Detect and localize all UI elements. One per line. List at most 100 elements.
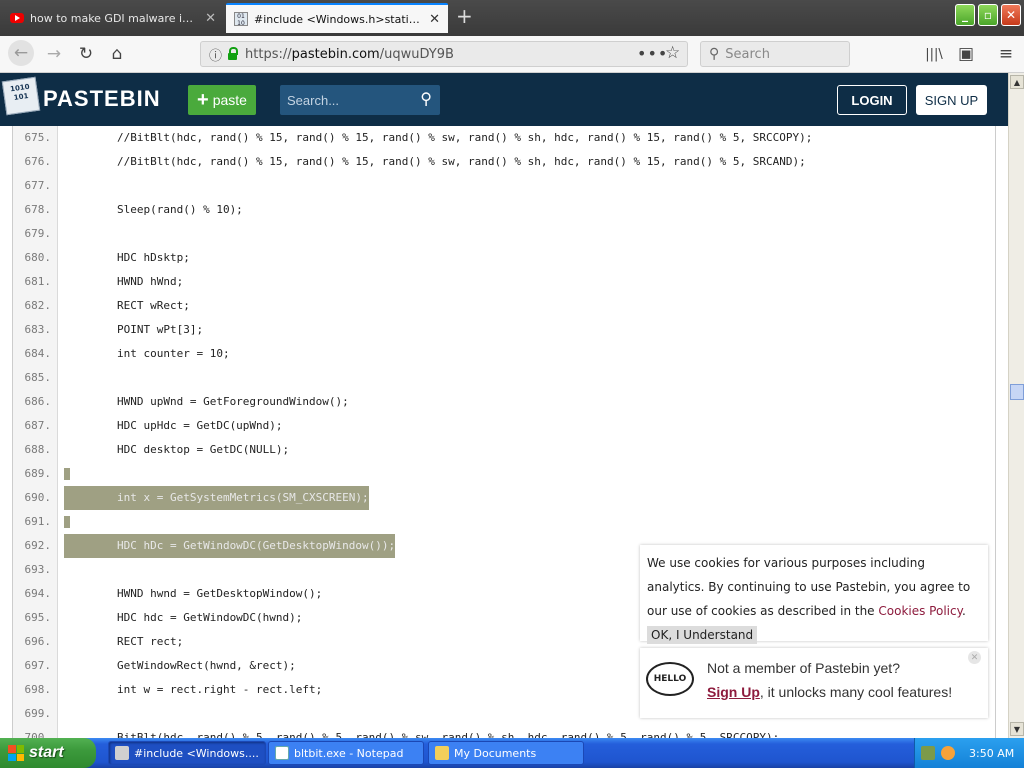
maximize-button[interactable]: ▫ xyxy=(978,4,998,26)
search-placeholder: Search xyxy=(725,46,770,62)
reload-button[interactable]: ↻ xyxy=(74,42,98,66)
code-line: 689. xyxy=(13,462,995,486)
clock: 3:50 AM xyxy=(969,746,1015,760)
code-line: 688. HDC desktop = GetDC(NULL); xyxy=(13,438,995,462)
url-path: /uqwuDY9B xyxy=(379,46,454,62)
search-tray-icon[interactable] xyxy=(941,746,955,760)
start-button[interactable]: start xyxy=(0,738,96,768)
scrollbar-thumb[interactable] xyxy=(1010,384,1024,400)
sidebar-icon[interactable]: ▣ xyxy=(954,42,978,66)
line-number: 696. xyxy=(24,635,52,648)
new-paste-button[interactable]: + paste xyxy=(188,85,256,115)
code-line: 676. //BitBlt(hdc, rand() % 15, rand() %… xyxy=(13,150,995,174)
line-number: 700. xyxy=(24,731,52,738)
url-prefix: https:// xyxy=(245,46,292,62)
network-icon[interactable] xyxy=(921,746,935,760)
line-number: 685. xyxy=(24,371,52,384)
new-tab-button[interactable]: + xyxy=(456,4,473,28)
browser-search-input[interactable]: ⚲ Search xyxy=(700,41,850,67)
taskbar-item-notepad[interactable]: bltbit.exe - Notepad xyxy=(268,741,424,765)
code-text: POINT wPt[3]; xyxy=(64,323,204,336)
line-number: 683. xyxy=(24,323,52,336)
scroll-down-arrow-icon[interactable]: ▼ xyxy=(1010,722,1024,736)
line-number: 682. xyxy=(24,299,52,312)
paste-label: paste xyxy=(212,92,247,108)
close-icon[interactable]: ✕ xyxy=(968,651,981,664)
pastebin-favicon: 01 10 xyxy=(234,12,248,27)
firefox-icon xyxy=(115,746,129,760)
taskbar-item-my-documents[interactable]: My Documents xyxy=(428,741,584,765)
notepad-icon xyxy=(275,746,289,760)
line-number: 678. xyxy=(24,203,52,216)
library-icon[interactable]: |||\ xyxy=(922,42,946,66)
menu-icon[interactable]: ≡ xyxy=(994,42,1018,66)
cookie-ok-button[interactable]: OK, I Understand xyxy=(647,626,758,644)
code-line: 684. int counter = 10; xyxy=(13,342,995,366)
line-number: 680. xyxy=(24,251,52,264)
login-button[interactable]: LOGIN xyxy=(837,85,907,115)
close-tab-icon[interactable]: ✕ xyxy=(205,11,216,26)
pastebin-search-input[interactable]: Search... ⚲ xyxy=(280,85,440,115)
search-icon[interactable]: ⚲ xyxy=(420,89,432,109)
code-text: HDC hDsktp; xyxy=(64,251,190,264)
scroll-up-arrow-icon[interactable]: ▲ xyxy=(1010,75,1024,89)
url-text: https://pastebin.com/uqwuDY9B xyxy=(245,47,454,62)
code-view: 675. //BitBlt(hdc, rand() % 15, rand() %… xyxy=(12,126,996,738)
plus-icon: + xyxy=(197,89,209,111)
line-number: 693. xyxy=(24,563,52,576)
close-window-button[interactable]: ✕ xyxy=(1001,4,1021,26)
windows-taskbar: start #include <Windows.... bltbit.exe -… xyxy=(0,738,1024,768)
page-actions-icon[interactable]: ••• xyxy=(637,44,668,63)
close-tab-icon[interactable]: ✕ xyxy=(429,12,440,27)
code-text: //BitBlt(hdc, rand() % 15, rand() % 15, … xyxy=(64,131,813,144)
line-number: 681. xyxy=(24,275,52,288)
hello-speech-bubble-icon: HELLO xyxy=(646,662,694,696)
line-number: 697. xyxy=(24,659,52,672)
code-line: 700. BitBlt(hdc, rand() % 5, rand() % 5,… xyxy=(13,726,995,738)
minimize-button[interactable]: _ xyxy=(955,4,975,26)
code-text xyxy=(64,516,70,528)
code-text: BitBlt(hdc, rand() % 5, rand() % 5, rand… xyxy=(64,731,780,738)
line-number: 687. xyxy=(24,419,52,432)
search-icon: ⚲ xyxy=(709,46,720,62)
back-button[interactable]: ← xyxy=(8,40,34,66)
code-line: 685. xyxy=(13,366,995,390)
line-number: 692. xyxy=(24,539,52,552)
windows-logo-icon xyxy=(8,745,24,761)
tab-youtube[interactable]: how to make GDI malware in c++ ✕ xyxy=(2,3,224,33)
code-line: 687. HDC upHdc = GetDC(upWnd); xyxy=(13,414,995,438)
line-number: 689. xyxy=(24,467,52,480)
bookmark-star-icon[interactable]: ☆ xyxy=(665,43,680,63)
url-domain: pastebin.com xyxy=(291,46,380,62)
line-number: 677. xyxy=(24,179,52,192)
cookies-policy-link[interactable]: Cookies Policy xyxy=(878,604,962,618)
taskbar-item-label: My Documents xyxy=(454,746,537,760)
pastebin-header: 1010 101 PASTEBIN + paste Search... ⚲ LO… xyxy=(0,73,1010,126)
url-bar[interactable]: ⓘ https://pastebin.com/uqwuDY9B ••• ☆ xyxy=(200,41,688,67)
signup-button[interactable]: SIGN UP xyxy=(916,85,987,115)
line-number: 679. xyxy=(24,227,52,240)
info-icon[interactable]: ⓘ xyxy=(209,45,222,64)
code-text: GetWindowRect(hwnd, &rect); xyxy=(64,659,296,672)
code-text: HWND hWnd; xyxy=(64,275,184,288)
pastebin-brand[interactable]: PASTEBIN xyxy=(43,86,161,112)
home-button[interactable]: ⌂ xyxy=(105,42,129,66)
member-signup-link[interactable]: Sign Up xyxy=(707,684,760,700)
code-line: 681. HWND hWnd; xyxy=(13,270,995,294)
code-text: //BitBlt(hdc, rand() % 15, rand() % 15, … xyxy=(64,155,806,168)
taskbar-item-browser[interactable]: #include <Windows.... xyxy=(108,741,266,765)
tab-pastebin[interactable]: 0110 #include <Windows.h>static ULONG ✕ xyxy=(226,3,448,33)
code-line: 683. POINT wPt[3]; xyxy=(13,318,995,342)
system-tray: 3:50 AM xyxy=(914,738,1024,768)
taskbar-item-label: bltbit.exe - Notepad xyxy=(294,746,404,760)
code-line: 691. xyxy=(13,510,995,534)
forward-button[interactable]: → xyxy=(42,42,66,66)
vertical-scrollbar[interactable]: ▲ ▼ xyxy=(1008,73,1024,738)
member-notice-text: Sign Up, it unlocks many cool features! xyxy=(707,684,952,700)
code-text: HDC desktop = GetDC(NULL); xyxy=(64,443,290,456)
pastebin-logo[interactable]: 1010 101 xyxy=(1,76,41,116)
tab-title: how to make GDI malware in c++ xyxy=(30,11,200,25)
code-line: 678. Sleep(rand() % 10); xyxy=(13,198,995,222)
code-text: int x = GetSystemMetrics(SM_CXSCREEN); xyxy=(64,486,369,510)
code-text: RECT wRect; xyxy=(64,299,190,312)
